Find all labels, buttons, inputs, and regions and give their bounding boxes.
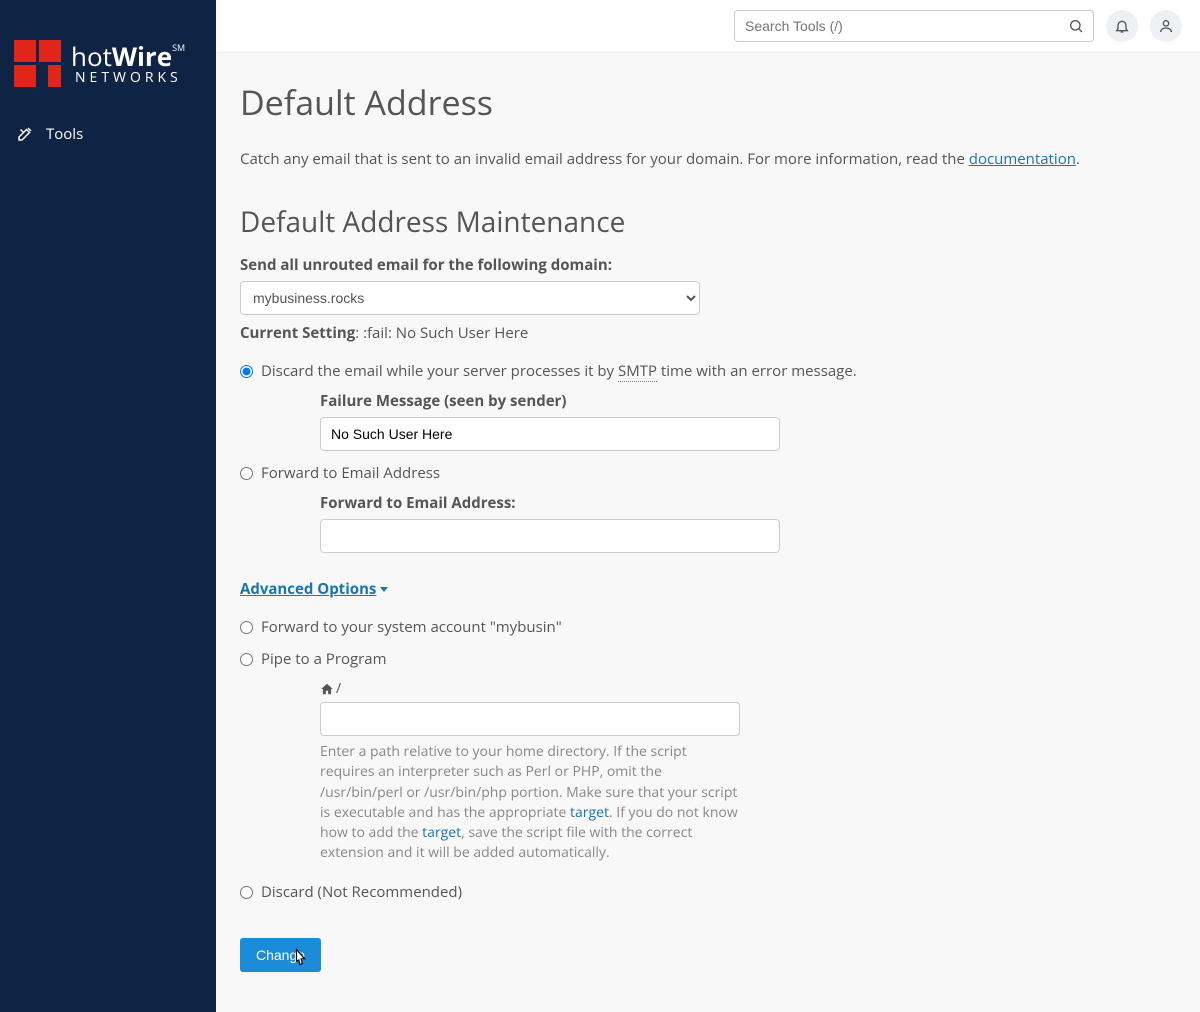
brand-logo: hotWireSM NETWORKS (0, 10, 216, 112)
sidebar: hotWireSM NETWORKS Tools (0, 0, 216, 1012)
failure-message-input[interactable] (320, 417, 780, 451)
pipe-path-prefix: / (320, 679, 740, 698)
smtp-abbr: SMTP (618, 361, 657, 382)
home-icon (320, 682, 334, 696)
section-heading: Default Address Maintenance (240, 203, 1176, 241)
target-link-1[interactable]: target (570, 803, 609, 822)
page-description: Catch any email that is sent to an inval… (240, 149, 1176, 169)
forward-email-input[interactable] (320, 519, 780, 553)
forward-email-sublabel: Forward to Email Address: (320, 493, 1176, 513)
tools-icon (16, 125, 34, 143)
brand-sm: SM (172, 41, 185, 54)
domain-label: Send all unrouted email for the followin… (240, 255, 1176, 275)
current-setting: Current Setting: :fail: No Such User Her… (240, 323, 1176, 343)
radio-pipe[interactable] (240, 653, 253, 666)
search-input[interactable] (734, 10, 1094, 42)
notifications-button[interactable] (1106, 10, 1138, 42)
brand-sub: NETWORKS (75, 71, 185, 85)
radio-pipe-label[interactable]: Pipe to a Program (261, 649, 386, 669)
topbar (216, 0, 1200, 53)
radio-discard-plain[interactable] (240, 886, 253, 899)
radio-forward-system[interactable] (240, 621, 253, 634)
failure-message-label: Failure Message (seen by sender) (320, 391, 1176, 411)
content: Default Address Catch any email that is … (216, 53, 1200, 1012)
pipe-path-input[interactable] (320, 702, 740, 736)
page-title: Default Address (240, 79, 1176, 125)
bell-icon (1114, 18, 1130, 34)
radio-forward-email[interactable] (240, 467, 253, 480)
search-box (734, 10, 1094, 42)
caret-down-icon (380, 587, 388, 592)
cursor-pointer-icon (286, 946, 314, 974)
radio-forward-system-label[interactable]: Forward to your system account "mybusin" (261, 617, 562, 637)
logo-squares-icon (14, 40, 61, 87)
domain-select[interactable]: mybusiness.rocks (240, 281, 700, 315)
radio-discard-smtp-label[interactable]: Discard the email while your server proc… (261, 361, 857, 381)
radio-discard-smtp[interactable] (240, 365, 253, 378)
pipe-help-text: Enter a path relative to your home direc… (320, 742, 740, 864)
advanced-options-toggle[interactable]: Advanced Options (240, 579, 388, 599)
user-menu-button[interactable] (1150, 10, 1182, 42)
radio-forward-email-label[interactable]: Forward to Email Address (261, 463, 440, 483)
target-link-2[interactable]: target (422, 823, 461, 842)
search-icon[interactable] (1068, 18, 1084, 34)
user-icon (1158, 18, 1174, 34)
radio-discard-plain-label[interactable]: Discard (Not Recommended) (261, 882, 462, 902)
sidebar-item-tools[interactable]: Tools (0, 112, 216, 156)
sidebar-item-label: Tools (46, 124, 83, 144)
documentation-link[interactable]: documentation (969, 149, 1076, 169)
